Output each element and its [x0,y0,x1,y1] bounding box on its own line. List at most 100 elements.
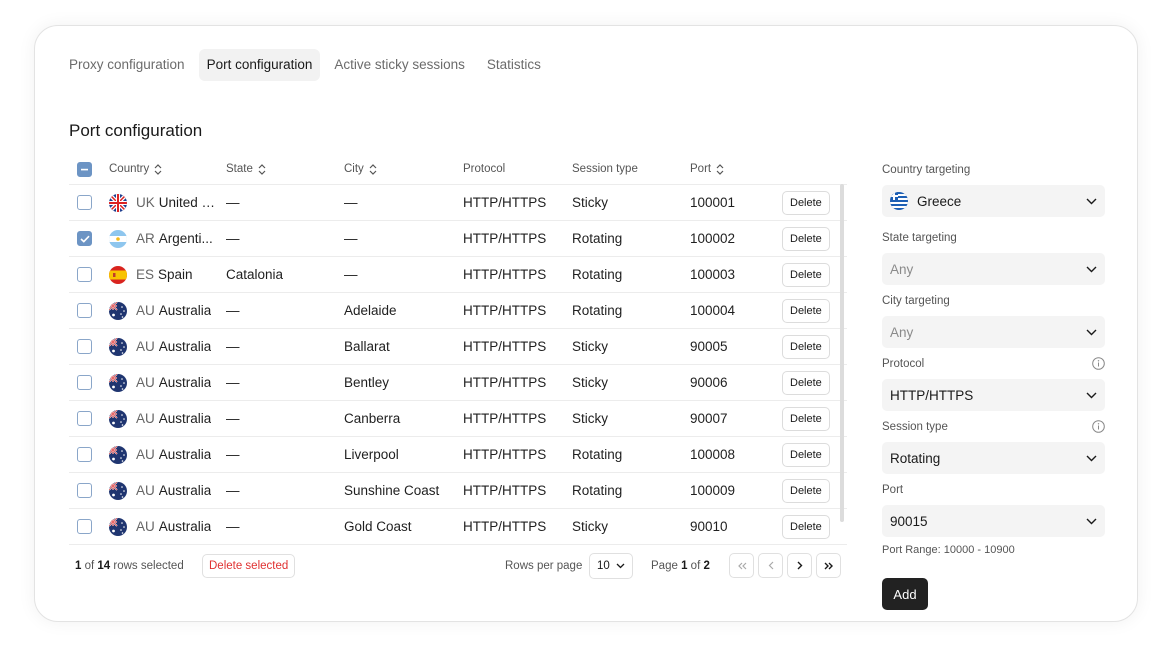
protocol-cell: HTTP/HTTPS [463,231,547,246]
add-button[interactable]: Add [882,578,928,610]
delete-row-button[interactable]: Delete [782,406,830,431]
table-row[interactable]: AR Argenti... — — HTTP/HTTPS Rotating 10… [69,221,847,257]
session-type-cell: Sticky [572,411,609,426]
row-checkbox[interactable] [77,339,92,354]
country-name: Australia [158,375,212,390]
state-cell: — [226,195,240,210]
delete-row-button[interactable]: Delete [782,442,830,467]
state-cell: — [226,231,240,246]
header-state[interactable]: State [226,154,266,184]
session-type-cell: Rotating [572,303,623,318]
tab-port-configuration[interactable]: Port configuration [198,49,321,81]
row-checkbox[interactable] [77,375,92,390]
table-row[interactable]: AU Australia — Gold Coast HTTP/HTTPS Sti… [69,509,847,545]
delete-row-button[interactable]: Delete [782,298,830,323]
country-cell: AU Australia [109,365,221,400]
table-body: UK United K... — — HTTP/HTTPS Sticky 100… [69,185,847,545]
delete-row-button[interactable]: Delete [782,370,830,395]
table-row[interactable]: ES Spain Catalonia — HTTP/HTTPS Rotating… [69,257,847,293]
delete-row-button[interactable]: Delete [782,190,830,215]
protocol-cell: HTTP/HTTPS [463,411,547,426]
delete-row-button[interactable]: Delete [782,514,830,539]
country-code: AU [136,483,155,498]
table-row[interactable]: AU Australia — Canberra HTTP/HTTPS Stick… [69,401,847,437]
country-name: Australia [158,303,212,318]
table-row[interactable]: AU Australia — Sunshine Coast HTTP/HTTPS… [69,473,847,509]
selection-summary: 1 of 14 rows selected [75,560,184,572]
city-targeting-select[interactable]: Any [882,316,1105,348]
city-cell: — [344,195,358,210]
row-checkbox[interactable] [77,195,92,210]
protocol-cell: HTTP/HTTPS [463,519,547,534]
header-session-type: Session type [572,163,638,175]
port-cell: 90007 [690,411,728,426]
tab-statistics[interactable]: Statistics [479,49,549,81]
tab-proxy-configuration[interactable]: Proxy configuration [61,49,193,81]
country-name: Spain [158,267,193,282]
state-cell: — [226,303,240,318]
header-port[interactable]: Port [690,154,724,184]
country-targeting-select[interactable]: Greece [882,185,1105,217]
session-type-cell: Rotating [572,447,623,462]
sort-arrows-icon [716,163,724,175]
state-cell: — [226,411,240,426]
delete-row-button[interactable]: Delete [782,262,830,287]
state-targeting-select[interactable]: Any [882,253,1105,285]
last-page-button[interactable] [816,553,841,578]
delete-row-button[interactable]: Delete [782,478,830,503]
row-checkbox[interactable] [77,303,92,318]
city-cell: Sunshine Coast [344,483,440,498]
tab-active-sticky-sessions[interactable]: Active sticky sessions [326,49,473,81]
port-cell: 90010 [690,519,728,534]
row-checkbox[interactable] [77,447,92,462]
info-circle-icon[interactable] [1092,420,1105,436]
header-country[interactable]: Country [109,154,221,184]
prev-page-button[interactable] [758,553,783,578]
city-cell: Gold Coast [344,519,412,534]
sort-arrows-icon [258,163,266,175]
delete-row-button[interactable]: Delete [782,226,830,251]
row-checkbox[interactable] [77,411,92,426]
delete-selected-button[interactable]: Delete selected [202,554,296,578]
flag-australia-icon [109,337,127,356]
chevron-down-icon [1086,266,1097,272]
row-checkbox[interactable] [77,267,92,282]
delete-row-button[interactable]: Delete [782,334,830,359]
pagination [729,553,841,578]
state-cell: — [226,339,240,354]
city-cell: Canberra [344,411,401,426]
state-cell: — [226,447,240,462]
country-name: Argenti... [158,231,213,246]
first-page-button[interactable] [729,553,754,578]
port-cell: 90005 [690,339,728,354]
info-circle-icon[interactable] [1092,357,1105,373]
state-cell: Catalonia [226,267,284,282]
country-cell: AU Australia [109,437,221,472]
row-checkbox[interactable] [77,231,92,246]
country-cell: UK United K... [109,185,221,220]
header-city[interactable]: City [344,154,377,184]
row-checkbox[interactable] [77,519,92,534]
session-type-cell: Sticky [572,519,609,534]
protocol-select[interactable]: HTTP/HTTPS [882,379,1105,411]
rows-per-page-select[interactable]: 10 [589,553,633,579]
double-chevron-right-icon [824,562,833,569]
country-name: Australia [158,447,212,462]
country-code: AU [136,339,155,354]
flag-australia-icon [109,409,127,428]
port-select[interactable]: 90015 [882,505,1105,537]
table-row[interactable]: AU Australia — Liverpool HTTP/HTTPS Rota… [69,437,847,473]
table-row[interactable]: AU Australia — Ballarat HTTP/HTTPS Stick… [69,329,847,365]
flag-uk-icon [109,193,127,212]
select-all-checkbox[interactable] [77,161,92,177]
table-row[interactable]: AU Australia — Adelaide HTTP/HTTPS Rotat… [69,293,847,329]
session-type-select[interactable]: Rotating [882,442,1105,474]
next-page-button[interactable] [787,553,812,578]
table-row[interactable]: AU Australia — Bentley HTTP/HTTPS Sticky… [69,365,847,401]
row-checkbox[interactable] [77,483,92,498]
state-targeting-label: State targeting [882,231,957,244]
table-row[interactable]: UK United K... — — HTTP/HTTPS Sticky 100… [69,185,847,221]
main-card: Proxy configuration Port configuration A… [34,25,1138,622]
rows-per-page-label: Rows per page [505,560,583,572]
table-scrollbar[interactable] [840,184,844,522]
